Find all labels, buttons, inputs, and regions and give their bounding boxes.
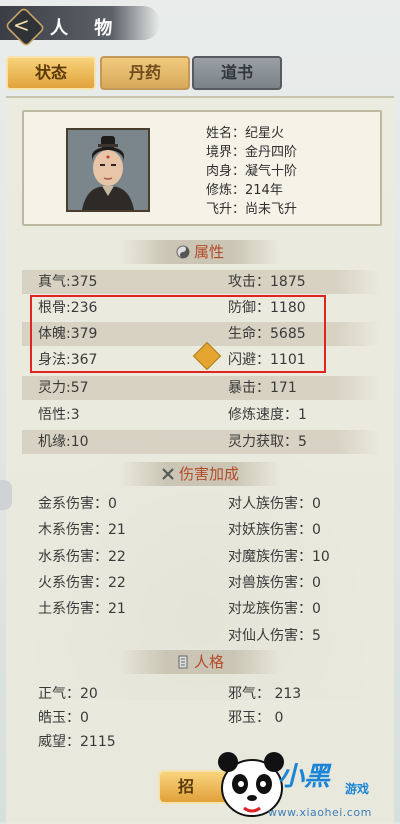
section-attributes: 属性 <box>120 240 280 264</box>
watermark-url: www.xiaohei.com <box>268 806 372 819</box>
damage-row: 对仙人伤害：5 <box>228 628 321 644</box>
side-pull-tab[interactable] <box>0 480 12 510</box>
attr-row: 悟性:3 修炼速度：1 <box>38 407 307 423</box>
watermark-sub: 游戏 <box>345 782 370 796</box>
attr-row: 机缘:10 灵力获取：5 <box>22 430 380 454</box>
tab-books[interactable]: 道书 <box>192 56 282 90</box>
highlight-box <box>30 295 326 373</box>
yin-yang-icon <box>176 245 190 259</box>
page-title: 人 物 <box>50 18 123 39</box>
profile-card: 姓名：纪星火 境界：金丹四阶 肉身：凝气十阶 修炼：214年 飞升：尚未飞升 <box>22 110 382 226</box>
damage-row: 土系伤害：21 对龙族伤害：0 <box>38 601 321 617</box>
profile-ascension: 飞升：尚未飞升 <box>206 202 298 217</box>
attr-row: 真气:375 攻击：1875 <box>22 270 380 294</box>
back-arrow-icon: < <box>13 13 30 37</box>
profile-name: 姓名：纪星火 <box>206 126 285 141</box>
title-bar: < 人 物 <box>0 6 160 48</box>
profile-body: 肉身：凝气十阶 <box>206 164 298 179</box>
scroll-icon <box>178 655 188 669</box>
crossed-swords-icon <box>162 468 174 480</box>
tab-status[interactable]: 状态 <box>6 56 96 90</box>
damage-row: 金系伤害：0 对人族伤害：0 <box>38 496 321 512</box>
tab-pills[interactable]: 丹药 <box>100 56 190 90</box>
damage-row: 木系伤害：21 对妖族伤害：0 <box>38 522 321 538</box>
personality-row: 正气：20 邪气： 213 <box>38 686 302 702</box>
watermark-brand: 小黑 <box>278 762 331 792</box>
personality-row: 威望：2115 <box>38 734 116 750</box>
section-personality: 人格 <box>120 650 280 674</box>
profile-realm: 境界：金丹四阶 <box>206 145 298 160</box>
section-damage: 伤害加成 <box>120 462 280 486</box>
profile-info: 姓名：纪星火 境界：金丹四阶 肉身：凝气十阶 修炼：214年 飞升：尚未飞升 <box>206 124 297 219</box>
character-portrait-icon <box>68 130 148 210</box>
profile-cultivation: 修炼：214年 <box>206 183 283 198</box>
damage-row: 水系伤害：22 对魔族伤害：10 <box>38 549 330 565</box>
character-avatar <box>66 128 150 212</box>
damage-row: 火系伤害：22 对兽族伤害：0 <box>38 575 321 591</box>
attr-row: 灵力:57 暴击：171 <box>22 376 380 400</box>
personality-row: 皓玉：0 邪玉： 0 <box>38 710 284 726</box>
